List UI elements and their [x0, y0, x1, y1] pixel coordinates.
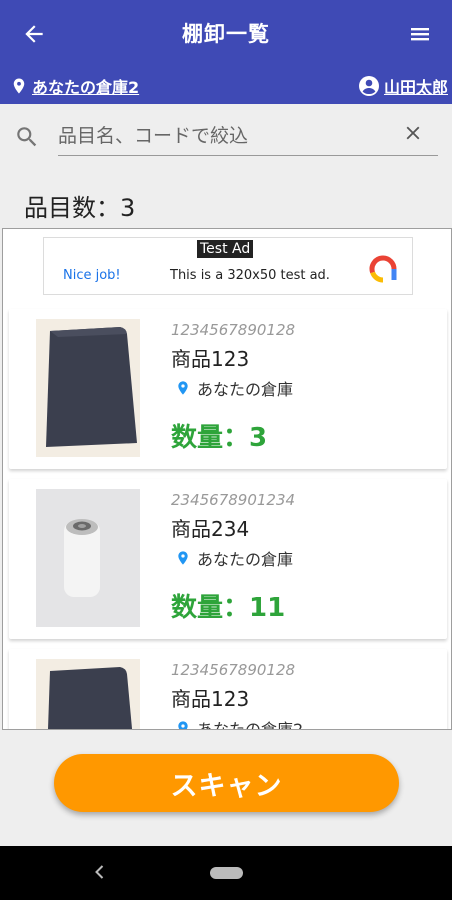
- search-icon: [17, 127, 37, 147]
- warehouse-selector[interactable]: あなたの倉庫2: [10, 72, 139, 100]
- product-name: 商品123: [171, 687, 250, 711]
- search-input[interactable]: [58, 116, 438, 156]
- location-pin-icon: [13, 78, 25, 94]
- product-location: あなたの倉庫: [175, 546, 293, 570]
- product-code: 1234567890128: [171, 661, 296, 679]
- menu-button[interactable]: [400, 14, 440, 54]
- inventory-card[interactable]: 2345678901234 商品234 あなたの倉庫 数量：11: [9, 479, 447, 639]
- ad-badge: Test Ad: [197, 240, 254, 258]
- location-pin-icon: [178, 551, 188, 565]
- page-title: 棚卸一覧: [182, 22, 270, 46]
- product-location: あなたの倉庫2: [175, 716, 304, 730]
- test-ad-banner[interactable]: Test Ad Nice job! This is a 320x50 test …: [43, 237, 413, 295]
- system-navigation-bar: [0, 846, 452, 900]
- clear-search-button[interactable]: [398, 118, 428, 148]
- product-code: 2345678901234: [171, 491, 296, 509]
- inventory-card[interactable]: 1234567890128 商品123 あなたの倉庫2: [9, 649, 447, 730]
- app-bar: 棚卸一覧 あなたの倉庫2 山田太郎: [0, 0, 452, 104]
- product-image: [36, 319, 140, 457]
- inventory-list[interactable]: Test Ad Nice job! This is a 320x50 test …: [2, 228, 452, 730]
- warehouse-name[interactable]: あなたの倉庫2: [32, 74, 139, 98]
- quantity-label: 数量：3: [171, 423, 268, 453]
- location-label: あなたの倉庫: [197, 550, 294, 569]
- item-count: 品目数：3: [24, 194, 136, 222]
- user-name[interactable]: 山田太郎: [384, 74, 448, 98]
- account-circle-icon: [358, 76, 379, 96]
- location-label: あなたの倉庫: [197, 380, 294, 399]
- product-name: 商品234: [171, 517, 250, 541]
- product-name: 商品123: [171, 347, 250, 371]
- user-account[interactable]: 山田太郎: [357, 72, 448, 100]
- ad-tagline: Nice job!: [63, 268, 121, 283]
- scan-button[interactable]: スキャン: [54, 754, 399, 812]
- inventory-card[interactable]: 1234567890128 商品123 あなたの倉庫 数量：3: [9, 309, 447, 469]
- location-label: あなたの倉庫2: [197, 720, 304, 730]
- ad-text: This is a 320x50 test ad.: [170, 268, 330, 283]
- hamburger-menu-icon: [411, 28, 429, 41]
- product-location: あなたの倉庫: [175, 376, 293, 400]
- location-pin-icon: [178, 381, 188, 395]
- product-image: [36, 659, 140, 729]
- close-icon: [406, 126, 420, 140]
- ad-logo-icon: [369, 255, 397, 283]
- quantity-label: 数量：11: [171, 593, 286, 623]
- location-pin-icon: [178, 721, 188, 729]
- product-image: [36, 489, 140, 627]
- product-code: 1234567890128: [171, 321, 296, 339]
- nav-home-pill[interactable]: [210, 867, 243, 879]
- nav-back-icon[interactable]: [90, 862, 110, 882]
